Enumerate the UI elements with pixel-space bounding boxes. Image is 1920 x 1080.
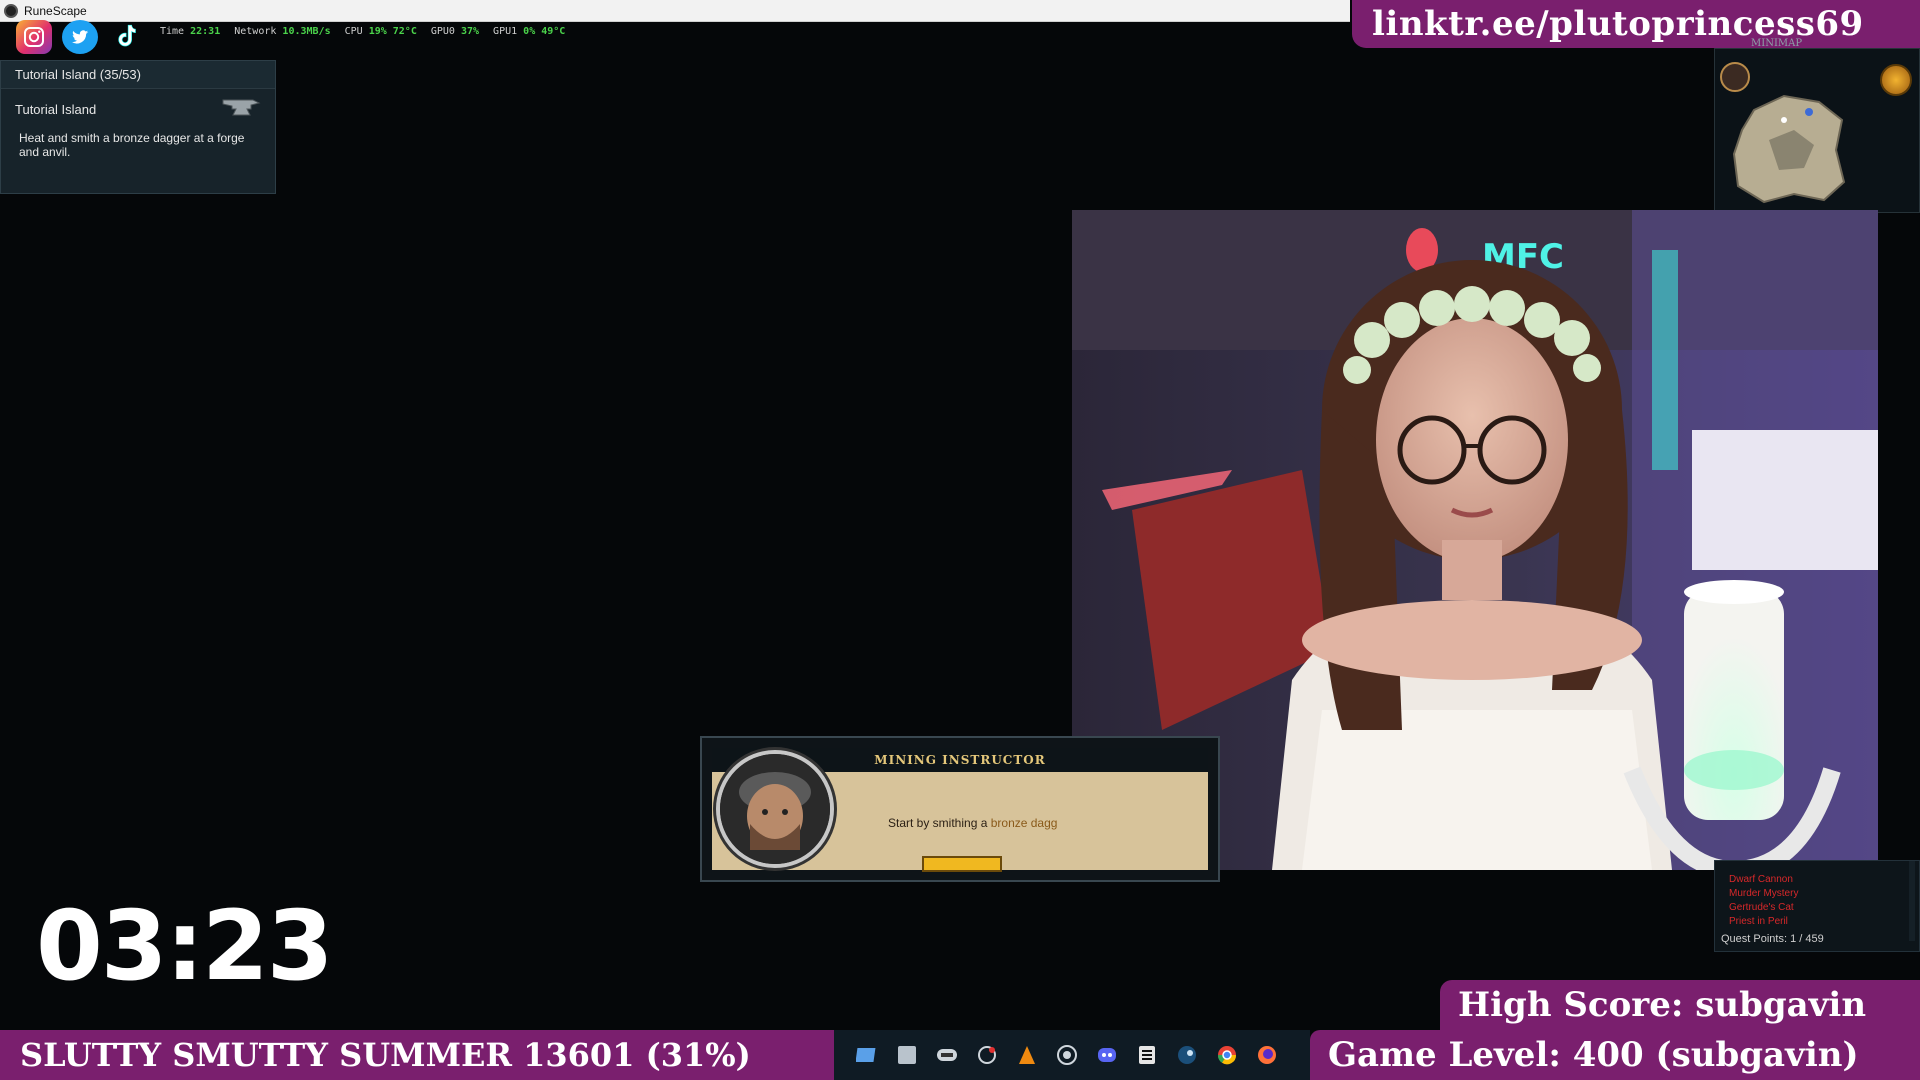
epic-icon[interactable] <box>1134 1042 1160 1068</box>
quest-list-item[interactable]: Priest in Peril <box>1729 915 1919 929</box>
compass-icon[interactable] <box>1720 62 1750 92</box>
game-level-text: Game Level: 400 (subgavin) <box>1328 1035 1859 1075</box>
instagram-icon <box>16 20 52 54</box>
steam-scan-icon[interactable] <box>974 1042 1000 1068</box>
goal-bar: SLUTTY SMUTTY SUMMER 13601 (31%) <box>0 1030 834 1080</box>
minimap-label: MINIMAP <box>1751 38 1803 49</box>
dialog-text: Start by smithing a bronze dagg <box>888 816 1057 830</box>
high-score-banner: High Score: subgavin <box>1440 980 1920 1030</box>
game-level-banner: Game Level: 400 (subgavin) <box>1310 1030 1920 1080</box>
keyboard-icon[interactable] <box>934 1042 960 1068</box>
high-score-text: High Score: subgavin <box>1458 985 1867 1025</box>
npc-dialog[interactable]: MINING INSTRUCTOR Start by smithing a br… <box>700 736 1220 882</box>
chrome-icon[interactable] <box>1214 1042 1240 1068</box>
perf-gpu1: GPU1 0% 49°C <box>493 26 566 37</box>
steam-icon[interactable] <box>1174 1042 1200 1068</box>
quest-list-item[interactable]: Dwarf Cannon <box>1729 873 1919 887</box>
social-icons <box>16 20 144 54</box>
npc-portrait <box>716 750 834 868</box>
quest-tracker-row[interactable]: Tutorial Island <box>1 89 275 129</box>
quest-list-item[interactable]: Gertrude's Cat <box>1729 901 1919 915</box>
coin-pouch-icon[interactable] <box>1880 64 1912 96</box>
goal-bar-text: SLUTTY SMUTTY SUMMER 13601 (31%) <box>20 1036 751 1074</box>
window-title-bar[interactable]: RuneScape <box>0 0 1350 22</box>
firefox-icon[interactable] <box>1254 1042 1280 1068</box>
dialog-speaker-name: MINING INSTRUCTOR <box>874 753 1046 767</box>
perf-time: Time 22:31 <box>160 26 221 37</box>
quest-step-description: Heat and smith a bronze dagger at a forg… <box>19 131 245 159</box>
obs-icon[interactable] <box>1054 1042 1080 1068</box>
quest-tracker-header[interactable]: Tutorial Island (35/53) <box>1 61 275 89</box>
windows-taskbar[interactable] <box>834 1030 1310 1080</box>
tiktok-icon <box>108 20 144 54</box>
perf-cpu: CPU 19% 72°C <box>344 26 417 37</box>
performance-stats: Time 22:31 Network 10.3MB/s CPU 19% 72°C… <box>160 26 565 40</box>
discord-icon[interactable] <box>1094 1042 1120 1068</box>
quest-list-panel[interactable]: Dwarf Cannon Murder Mystery Gertrude's C… <box>1714 860 1920 952</box>
twitter-icon <box>62 20 98 54</box>
screen: RuneScape Time 22:31 Network 10.3MB/s CP… <box>0 0 1920 1080</box>
perf-gpu0: GPU0 37% <box>430 26 480 37</box>
quest-points: Quest Points: 1 / 459 <box>1721 933 1824 945</box>
quest-list-scrollbar[interactable] <box>1909 861 1915 941</box>
window-title: RuneScape <box>24 3 87 18</box>
perf-network: Network 10.3MB/s <box>234 26 331 37</box>
runescape-app-icon <box>4 3 18 18</box>
anvil-icon <box>221 96 261 123</box>
continue-button[interactable] <box>922 856 1002 872</box>
minimap-terrain <box>1732 94 1846 204</box>
dialog-text-highlight: bronze dagg <box>990 816 1058 830</box>
stream-timer: 03:23 <box>36 890 334 1002</box>
file-explorer-icon[interactable] <box>854 1042 880 1068</box>
quest-tracker-panel[interactable]: Tutorial Island (35/53) Tutorial Island … <box>0 60 276 194</box>
quest-name: Tutorial Island <box>15 101 97 117</box>
linktree-banner: linktr.ee/plutoprincess69 <box>1352 0 1920 48</box>
dialog-text-prefix: Start by smithing a <box>888 816 988 830</box>
quest-list-item[interactable]: Murder Mystery <box>1729 887 1919 901</box>
dialog-body: MINING INSTRUCTOR Start by smithing a br… <box>712 748 1208 870</box>
vlc-icon[interactable] <box>1014 1042 1040 1068</box>
window-icon[interactable] <box>894 1042 920 1068</box>
